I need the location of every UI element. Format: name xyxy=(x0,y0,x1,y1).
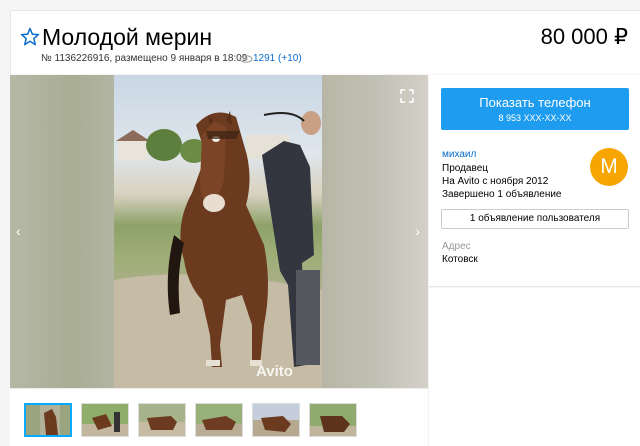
seller-since: На Avito с ноября 2012 xyxy=(442,176,549,187)
avito-watermark: Avito xyxy=(256,363,293,380)
address-value: Котовск xyxy=(442,254,478,265)
show-phone-label: Показать телефон xyxy=(479,95,591,110)
next-photo-arrow-icon[interactable]: › xyxy=(415,223,420,239)
thumbnail-6[interactable] xyxy=(309,403,357,437)
listing-meta: № 1136226916, размещено 9 января в 18:09 xyxy=(41,53,248,64)
address-label: Адрес xyxy=(442,241,471,252)
user-ads-button[interactable]: 1 объявление пользователя xyxy=(441,209,629,229)
thumbnail-1[interactable] xyxy=(24,403,72,437)
thumbnail-3[interactable] xyxy=(138,403,186,437)
seller-role: Продавец xyxy=(442,163,488,174)
seller-avatar[interactable]: M xyxy=(590,148,628,186)
main-photo[interactable] xyxy=(114,75,322,388)
masked-phone-number: 8 953 XXX-XX-XX xyxy=(498,113,572,123)
gallery-blur-right xyxy=(322,75,428,388)
thumbnail-4[interactable] xyxy=(195,403,243,437)
fullscreen-icon[interactable] xyxy=(400,89,414,103)
photo-gallery[interactable]: ‹ › Avito xyxy=(10,75,428,388)
thumbnail-strip xyxy=(10,388,428,446)
page: Молодой мерин № 1136226916, размещено 9 … xyxy=(0,0,640,446)
prev-photo-arrow-icon[interactable]: ‹ xyxy=(16,223,21,239)
seller-name-link[interactable]: михаил xyxy=(442,149,476,160)
horse-photo-illustration xyxy=(114,111,322,388)
views-count: 1291 (+10) xyxy=(253,53,302,64)
listing-header: Молодой мерин № 1136226916, размещено 9 … xyxy=(10,10,640,74)
watermark-text: Avito xyxy=(256,363,293,380)
gallery-blur-left xyxy=(10,75,114,388)
seller-completed-count: Завершено 1 объявление xyxy=(442,189,562,200)
favorite-star-icon[interactable] xyxy=(20,27,40,47)
seller-sidebar: Показать телефон 8 953 XXX-XX-XX михаил … xyxy=(429,75,640,287)
thumbnail-2[interactable] xyxy=(81,403,129,437)
thumbnail-5[interactable] xyxy=(252,403,300,437)
sidebar-empty-area xyxy=(429,288,640,446)
views-counter[interactable]: 1291 (+10) xyxy=(239,53,302,64)
show-phone-button[interactable]: Показать телефон 8 953 XXX-XX-XX xyxy=(441,88,629,130)
listing-price: 80 000 ₽ xyxy=(540,24,628,49)
listing-title: Молодой мерин xyxy=(42,24,213,50)
eye-icon xyxy=(239,55,253,63)
